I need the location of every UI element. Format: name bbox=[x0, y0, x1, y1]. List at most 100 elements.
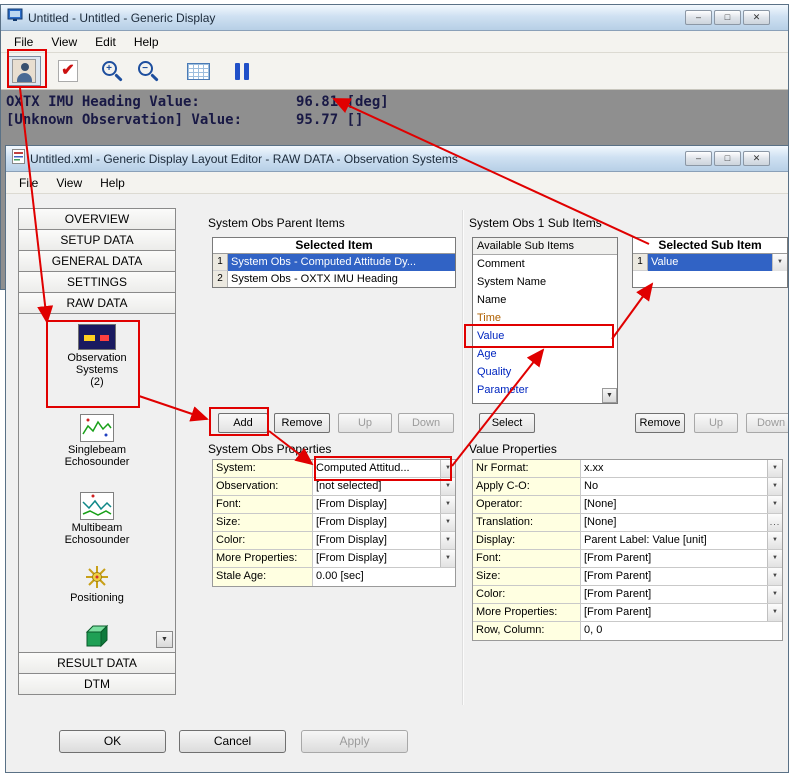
obs-property-value[interactable]: [From Display]▼ bbox=[313, 514, 455, 531]
zoom-in-button[interactable]: + bbox=[95, 56, 129, 86]
menu-view[interactable]: View bbox=[42, 33, 86, 51]
dropdown-arrow-icon[interactable]: ▼ bbox=[767, 586, 782, 603]
sidebar-button-settings[interactable]: SETTINGS bbox=[18, 271, 176, 293]
up-button[interactable]: Up bbox=[694, 413, 738, 433]
sidebar-button-setup-data[interactable]: SETUP DATA bbox=[18, 229, 176, 251]
dropdown-arrow-icon[interactable]: ▼ bbox=[767, 604, 782, 621]
dropdown-arrow-icon[interactable]: ▼ bbox=[767, 478, 782, 495]
sub-item-time[interactable]: Time bbox=[473, 309, 617, 327]
dropdown-arrow-icon[interactable]: ▼ bbox=[440, 460, 455, 477]
category-multibeam-echosounder[interactable]: Multibeam Echosounder bbox=[19, 492, 175, 546]
add-button[interactable]: Add bbox=[218, 413, 268, 433]
select-button[interactable]: Select bbox=[479, 413, 535, 433]
value-property-value[interactable]: Parent Label: Value [unit]▼ bbox=[581, 532, 782, 549]
apply-button[interactable]: Apply bbox=[301, 730, 408, 753]
value-property-value[interactable]: [From Parent]▼ bbox=[581, 604, 782, 621]
down-button[interactable]: Down bbox=[398, 413, 454, 433]
dropdown-arrow-icon[interactable]: ▼ bbox=[767, 496, 782, 513]
category-label: Multibeam Echosounder bbox=[65, 522, 130, 546]
dropdown-arrow-icon[interactable]: ▼ bbox=[767, 550, 782, 567]
grid-icon bbox=[187, 63, 210, 80]
dropdown-arrow-icon[interactable]: ▼ bbox=[767, 568, 782, 585]
category-positioning[interactable]: Positioning bbox=[19, 564, 175, 604]
up-button[interactable]: Up bbox=[338, 413, 392, 433]
sub-item-comment[interactable]: Comment bbox=[473, 255, 617, 273]
sidebar-button-dtm[interactable]: DTM bbox=[18, 673, 176, 695]
menu-file[interactable]: File bbox=[5, 33, 42, 51]
category-next-item[interactable] bbox=[19, 624, 175, 648]
desktop: { "icons": { "minimize_glyph": "–", "max… bbox=[0, 0, 789, 773]
value-property-value[interactable]: [From Parent]▼ bbox=[581, 568, 782, 585]
menu-view[interactable]: View bbox=[47, 174, 91, 192]
value-property-value[interactable]: [From Parent]▼ bbox=[581, 550, 782, 567]
value-property-value[interactable]: No▼ bbox=[581, 478, 782, 495]
value-properties-heading: Value Properties bbox=[469, 442, 557, 456]
user-display-button[interactable] bbox=[7, 56, 41, 86]
obs-property-value[interactable]: [From Display]▼ bbox=[313, 532, 455, 549]
value-property-value[interactable]: [None]... bbox=[581, 514, 782, 531]
sidebar-scroll-down-button[interactable]: ▼ bbox=[156, 631, 173, 648]
minimize-button[interactable]: – bbox=[685, 151, 712, 166]
obs-property-value[interactable]: Computed Attitud...▼ bbox=[313, 460, 455, 477]
selected-sub-row[interactable]: 1Value▼ bbox=[633, 254, 787, 271]
dropdown-arrow-icon[interactable]: ▼ bbox=[772, 254, 787, 271]
parent-item-row[interactable]: 2System Obs - OXTX IMU Heading bbox=[213, 271, 455, 288]
maximize-button[interactable]: □ bbox=[714, 151, 741, 166]
dropdown-arrow-icon[interactable]: ▼ bbox=[440, 550, 455, 567]
pause-icon bbox=[235, 63, 249, 80]
value-property-value[interactable]: x.xx▼ bbox=[581, 460, 782, 477]
dropdown-arrow-icon[interactable]: ▼ bbox=[767, 532, 782, 549]
obs-property-value[interactable]: [From Display]▼ bbox=[313, 496, 455, 513]
remove-button[interactable]: Remove bbox=[635, 413, 685, 433]
menu-edit[interactable]: Edit bbox=[86, 33, 125, 51]
close-button[interactable]: ✕ bbox=[743, 10, 770, 25]
ellipsis-button[interactable]: ... bbox=[767, 514, 782, 531]
obs-property-value[interactable]: [From Display]▼ bbox=[313, 550, 455, 567]
remove-button[interactable]: Remove bbox=[274, 413, 330, 433]
dropdown-arrow-icon[interactable]: ▼ bbox=[440, 478, 455, 495]
dropdown-arrow-icon[interactable]: ▼ bbox=[440, 496, 455, 513]
parent-item-row[interactable]: 1System Obs - Computed Attitude Dy... bbox=[213, 254, 455, 271]
readout-row: OXTX IMU Heading Value:96.81 [deg] bbox=[6, 93, 788, 111]
sub-item-value[interactable]: Value bbox=[473, 327, 617, 345]
menu-help[interactable]: Help bbox=[91, 174, 134, 192]
minimize-button[interactable]: – bbox=[685, 10, 712, 25]
sidebar-button-general-data[interactable]: GENERAL DATA bbox=[18, 250, 176, 272]
down-button[interactable]: Down bbox=[746, 413, 789, 433]
sidebar-button-raw-data[interactable]: RAW DATA bbox=[18, 292, 176, 314]
dropdown-arrow-icon[interactable]: ▼ bbox=[440, 532, 455, 549]
sidebar-button-overview[interactable]: OVERVIEW bbox=[18, 208, 176, 230]
value-text: [From Parent] bbox=[581, 604, 767, 621]
close-button[interactable]: ✕ bbox=[743, 151, 770, 166]
value-property-label: Row, Column: bbox=[473, 622, 581, 640]
dropdown-arrow-icon[interactable]: ▼ bbox=[440, 514, 455, 531]
obs-property-value[interactable]: [not selected]▼ bbox=[313, 478, 455, 495]
sub-item-system-name[interactable]: System Name bbox=[473, 273, 617, 291]
display-window-titlebar[interactable]: Untitled - Untitled - Generic Display – … bbox=[1, 5, 788, 31]
editor-window-titlebar[interactable]: Untitled.xml - Generic Display Layout Ed… bbox=[6, 146, 788, 172]
validate-button[interactable]: ✔ bbox=[51, 56, 85, 86]
zoom-out-button[interactable]: − bbox=[131, 56, 165, 86]
dropdown-arrow-icon[interactable]: ▼ bbox=[767, 460, 782, 477]
window-controls: – □ ✕ bbox=[685, 10, 770, 25]
list-scroll-down-button[interactable]: ▼ bbox=[602, 388, 617, 403]
sub-item-parameter[interactable]: Parameter bbox=[473, 381, 617, 399]
value-text: [From Parent] bbox=[581, 568, 767, 585]
ok-button[interactable]: OK bbox=[59, 730, 166, 753]
column-divider bbox=[462, 210, 464, 705]
category-observation-systems[interactable]: Observation Systems (2) bbox=[19, 324, 175, 388]
value-property-value[interactable]: [None]▼ bbox=[581, 496, 782, 513]
sub-item-age[interactable]: Age bbox=[473, 345, 617, 363]
sub-item-name[interactable]: Name bbox=[473, 291, 617, 309]
sidebar-button-result-data[interactable]: RESULT DATA bbox=[18, 652, 176, 674]
value-property-value[interactable]: [From Parent]▼ bbox=[581, 586, 782, 603]
pause-button[interactable] bbox=[225, 56, 259, 86]
singlebeam-echosounder-icon bbox=[80, 414, 114, 442]
category-singlebeam-echosounder[interactable]: Singlebeam Echosounder bbox=[19, 414, 175, 468]
grid-view-button[interactable] bbox=[181, 56, 215, 86]
menu-file[interactable]: File bbox=[10, 174, 47, 192]
cancel-button[interactable]: Cancel bbox=[179, 730, 286, 753]
sub-item-quality[interactable]: Quality bbox=[473, 363, 617, 381]
menu-help[interactable]: Help bbox=[125, 33, 168, 51]
maximize-button[interactable]: □ bbox=[714, 10, 741, 25]
